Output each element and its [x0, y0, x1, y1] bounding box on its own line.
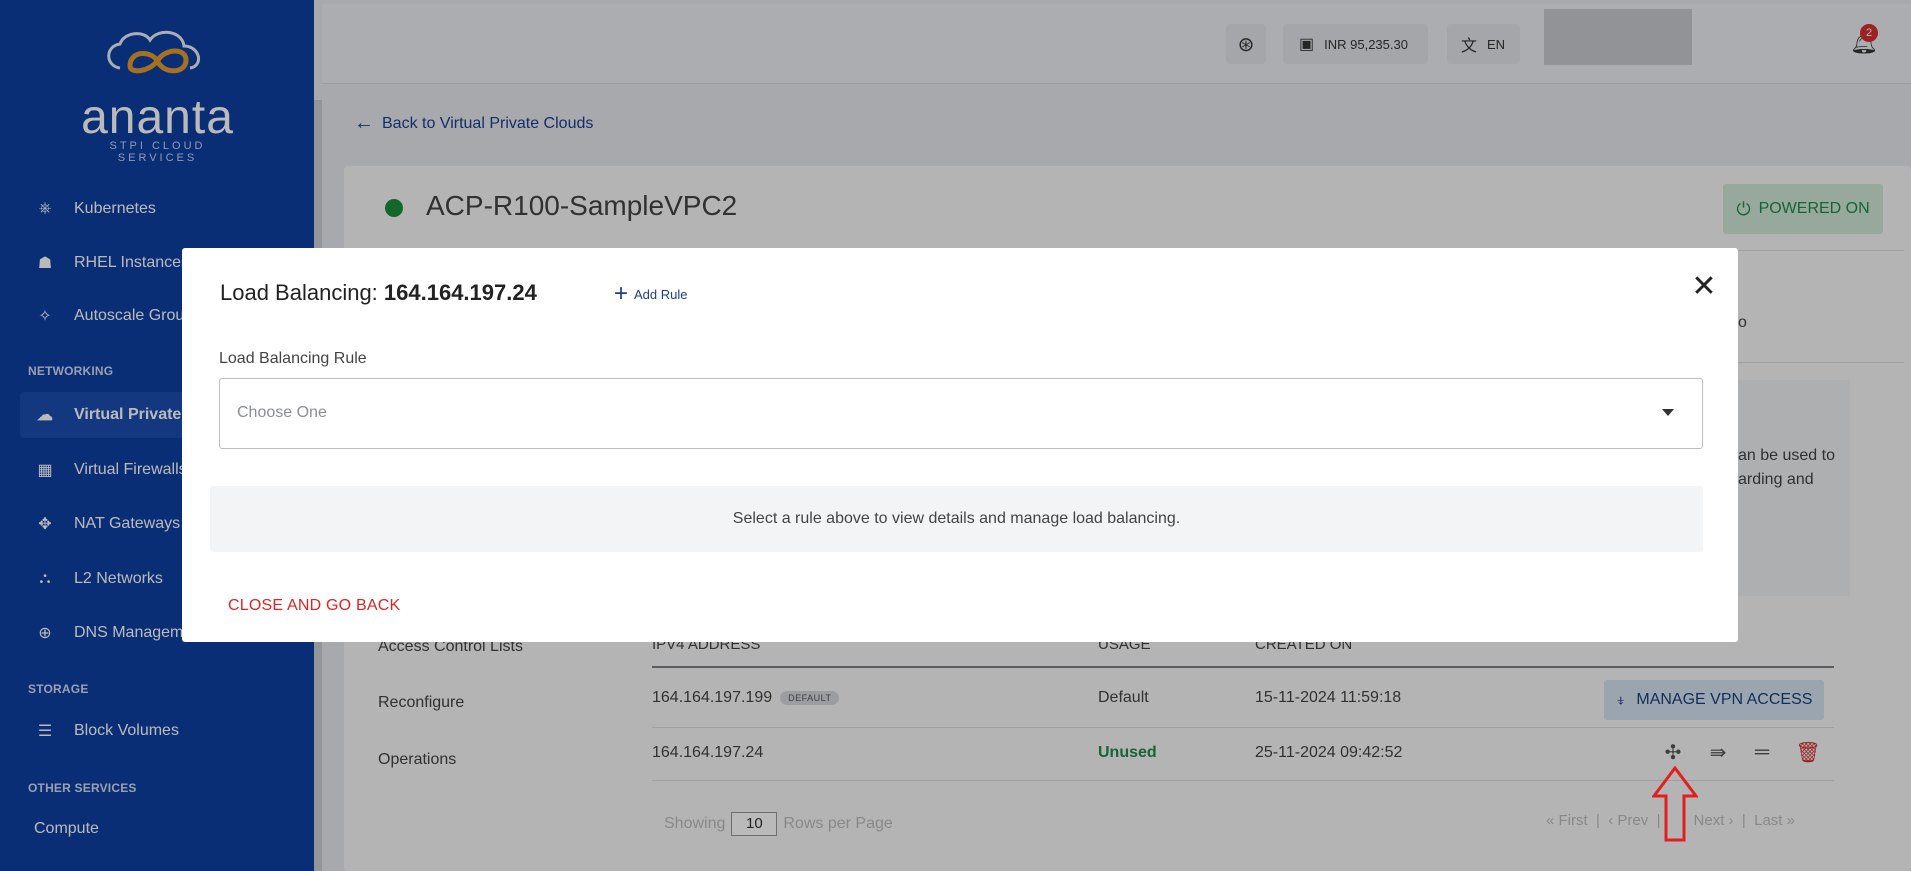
modal-title-prefix: Load Balancing:	[220, 280, 384, 305]
load-balancing-modal: Load Balancing: 164.164.197.24 + Add Rul…	[182, 248, 1738, 642]
close-and-go-back-button[interactable]: CLOSE AND GO BACK	[228, 597, 400, 615]
load-balancing-rule-label: Load Balancing Rule	[219, 350, 367, 367]
select-placeholder: Choose One	[237, 404, 327, 421]
modal-title: Load Balancing: 164.164.197.24	[220, 280, 537, 306]
add-rule-button[interactable]: + Add Rule	[614, 280, 688, 307]
modal-title-ip: 164.164.197.24	[383, 280, 537, 305]
add-rule-label: Add Rule	[634, 286, 688, 302]
annotation-arrow-icon	[1652, 766, 1698, 842]
close-icon[interactable]: ✕	[1686, 268, 1722, 304]
chevron-down-icon	[1662, 409, 1674, 416]
rule-hint-panel: Select a rule above to view details and …	[210, 486, 1703, 552]
rule-hint-text: Select a rule above to view details and …	[732, 510, 1181, 527]
load-balancing-rule-select[interactable]: Choose One	[219, 378, 1703, 449]
plus-icon: +	[614, 280, 629, 307]
